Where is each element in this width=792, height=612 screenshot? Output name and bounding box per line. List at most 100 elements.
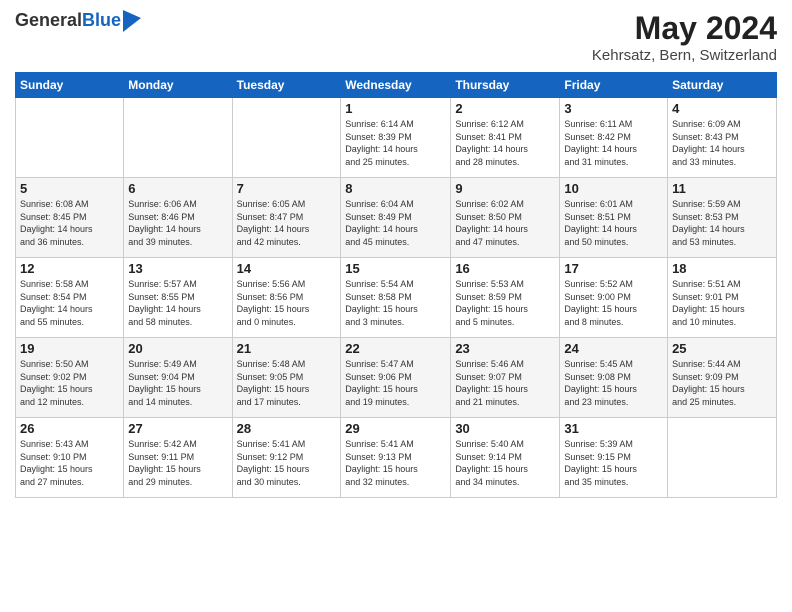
day-info: Sunrise: 5:58 AM Sunset: 8:54 PM Dayligh… <box>20 278 119 328</box>
table-row: 17 Sunrise: 5:52 AM Sunset: 9:00 PM Dayli… <box>560 258 668 338</box>
day-info: Sunrise: 5:41 AM Sunset: 9:13 PM Dayligh… <box>345 438 446 488</box>
logo-general: General <box>15 10 82 30</box>
day-number: 12 <box>20 261 119 276</box>
day-info: Sunrise: 5:50 AM Sunset: 9:02 PM Dayligh… <box>20 358 119 408</box>
table-row: 27 Sunrise: 5:42 AM Sunset: 9:11 PM Dayli… <box>124 418 232 498</box>
table-row: 25 Sunrise: 5:44 AM Sunset: 9:09 PM Dayli… <box>668 338 777 418</box>
calendar-header-row: Sunday Monday Tuesday Wednesday Thursday… <box>16 73 777 98</box>
day-number: 5 <box>20 181 119 196</box>
table-row: 26 Sunrise: 5:43 AM Sunset: 9:10 PM Dayli… <box>16 418 124 498</box>
day-info: Sunrise: 6:12 AM Sunset: 8:41 PM Dayligh… <box>455 118 555 168</box>
day-info: Sunrise: 5:46 AM Sunset: 9:07 PM Dayligh… <box>455 358 555 408</box>
day-info: Sunrise: 5:39 AM Sunset: 9:15 PM Dayligh… <box>564 438 663 488</box>
day-number: 15 <box>345 261 446 276</box>
header: GeneralBlue May 2024 Kehrsatz, Bern, Swi… <box>15 10 777 64</box>
calendar-week-row: 1Sunrise: 6:14 AM Sunset: 8:39 PM Daylig… <box>16 98 777 178</box>
day-number: 8 <box>345 181 446 196</box>
table-row: 19 Sunrise: 5:50 AM Sunset: 9:02 PM Dayli… <box>16 338 124 418</box>
day-number: 17 <box>564 261 663 276</box>
col-saturday: Saturday <box>668 73 777 98</box>
day-number: 13 <box>128 261 227 276</box>
title-block: May 2024 Kehrsatz, Bern, Switzerland <box>592 10 777 64</box>
day-info: Sunrise: 5:42 AM Sunset: 9:11 PM Dayligh… <box>128 438 227 488</box>
day-number: 10 <box>564 181 663 196</box>
day-info: Sunrise: 6:02 AM Sunset: 8:50 PM Dayligh… <box>455 198 555 248</box>
day-info: Sunrise: 6:11 AM Sunset: 8:42 PM Dayligh… <box>564 118 663 168</box>
logo-icon <box>123 10 141 32</box>
day-number: 9 <box>455 181 555 196</box>
day-number: 3 <box>564 101 663 116</box>
day-info: Sunrise: 5:43 AM Sunset: 9:10 PM Dayligh… <box>20 438 119 488</box>
day-number: 25 <box>672 341 772 356</box>
table-row: 2 Sunrise: 6:12 AM Sunset: 8:41 PM Daylig… <box>451 98 560 178</box>
table-row: 29Sunrise: 5:41 AM Sunset: 9:13 PM Dayli… <box>341 418 451 498</box>
day-number: 30 <box>455 421 555 436</box>
day-info: Sunrise: 5:57 AM Sunset: 8:55 PM Dayligh… <box>128 278 227 328</box>
day-info: Sunrise: 5:49 AM Sunset: 9:04 PM Dayligh… <box>128 358 227 408</box>
table-row: 23 Sunrise: 5:46 AM Sunset: 9:07 PM Dayli… <box>451 338 560 418</box>
table-row: 28 Sunrise: 5:41 AM Sunset: 9:12 PM Dayli… <box>232 418 341 498</box>
day-number: 2 <box>455 101 555 116</box>
day-info: Sunrise: 5:41 AM Sunset: 9:12 PM Dayligh… <box>237 438 337 488</box>
main-title: May 2024 <box>592 10 777 47</box>
table-row: 3 Sunrise: 6:11 AM Sunset: 8:42 PM Daylig… <box>560 98 668 178</box>
col-thursday: Thursday <box>451 73 560 98</box>
col-friday: Friday <box>560 73 668 98</box>
day-info: Sunrise: 5:52 AM Sunset: 9:00 PM Dayligh… <box>564 278 663 328</box>
table-row <box>668 418 777 498</box>
table-row: 16Sunrise: 5:53 AM Sunset: 8:59 PM Dayli… <box>451 258 560 338</box>
table-row <box>16 98 124 178</box>
day-info: Sunrise: 5:51 AM Sunset: 9:01 PM Dayligh… <box>672 278 772 328</box>
day-info: Sunrise: 5:48 AM Sunset: 9:05 PM Dayligh… <box>237 358 337 408</box>
logo: GeneralBlue <box>15 10 141 32</box>
table-row: 6 Sunrise: 6:06 AM Sunset: 8:46 PM Daylig… <box>124 178 232 258</box>
table-row: 15Sunrise: 5:54 AM Sunset: 8:58 PM Dayli… <box>341 258 451 338</box>
day-number: 18 <box>672 261 772 276</box>
day-info: Sunrise: 5:47 AM Sunset: 9:06 PM Dayligh… <box>345 358 446 408</box>
day-info: Sunrise: 6:14 AM Sunset: 8:39 PM Dayligh… <box>345 118 446 168</box>
table-row: 5 Sunrise: 6:08 AM Sunset: 8:45 PM Daylig… <box>16 178 124 258</box>
col-tuesday: Tuesday <box>232 73 341 98</box>
calendar-table: Sunday Monday Tuesday Wednesday Thursday… <box>15 72 777 498</box>
day-number: 20 <box>128 341 227 356</box>
table-row: 7 Sunrise: 6:05 AM Sunset: 8:47 PM Daylig… <box>232 178 341 258</box>
table-row: 9 Sunrise: 6:02 AM Sunset: 8:50 PM Daylig… <box>451 178 560 258</box>
table-row: 13 Sunrise: 5:57 AM Sunset: 8:55 PM Dayli… <box>124 258 232 338</box>
day-info: Sunrise: 5:44 AM Sunset: 9:09 PM Dayligh… <box>672 358 772 408</box>
table-row <box>232 98 341 178</box>
calendar-week-row: 26 Sunrise: 5:43 AM Sunset: 9:10 PM Dayli… <box>16 418 777 498</box>
day-info: Sunrise: 6:04 AM Sunset: 8:49 PM Dayligh… <box>345 198 446 248</box>
page: GeneralBlue May 2024 Kehrsatz, Bern, Swi… <box>0 0 792 612</box>
calendar-week-row: 19 Sunrise: 5:50 AM Sunset: 9:02 PM Dayli… <box>16 338 777 418</box>
table-row <box>124 98 232 178</box>
table-row: 14 Sunrise: 5:56 AM Sunset: 8:56 PM Dayli… <box>232 258 341 338</box>
day-number: 31 <box>564 421 663 436</box>
table-row: 18 Sunrise: 5:51 AM Sunset: 9:01 PM Dayli… <box>668 258 777 338</box>
day-number: 27 <box>128 421 227 436</box>
day-number: 14 <box>237 261 337 276</box>
day-number: 26 <box>20 421 119 436</box>
day-number: 28 <box>237 421 337 436</box>
table-row: 22 Sunrise: 5:47 AM Sunset: 9:06 PM Dayli… <box>341 338 451 418</box>
table-row: 10Sunrise: 6:01 AM Sunset: 8:51 PM Dayli… <box>560 178 668 258</box>
day-info: Sunrise: 5:59 AM Sunset: 8:53 PM Dayligh… <box>672 198 772 248</box>
day-number: 6 <box>128 181 227 196</box>
day-number: 22 <box>345 341 446 356</box>
table-row: 24 Sunrise: 5:45 AM Sunset: 9:08 PM Dayli… <box>560 338 668 418</box>
day-number: 24 <box>564 341 663 356</box>
day-number: 4 <box>672 101 772 116</box>
day-number: 23 <box>455 341 555 356</box>
day-info: Sunrise: 6:09 AM Sunset: 8:43 PM Dayligh… <box>672 118 772 168</box>
day-info: Sunrise: 6:06 AM Sunset: 8:46 PM Dayligh… <box>128 198 227 248</box>
table-row: 4 Sunrise: 6:09 AM Sunset: 8:43 PM Daylig… <box>668 98 777 178</box>
day-info: Sunrise: 5:45 AM Sunset: 9:08 PM Dayligh… <box>564 358 663 408</box>
table-row: 31 Sunrise: 5:39 AM Sunset: 9:15 PM Dayli… <box>560 418 668 498</box>
table-row: 1Sunrise: 6:14 AM Sunset: 8:39 PM Daylig… <box>341 98 451 178</box>
day-info: Sunrise: 6:08 AM Sunset: 8:45 PM Dayligh… <box>20 198 119 248</box>
day-number: 19 <box>20 341 119 356</box>
day-info: Sunrise: 5:53 AM Sunset: 8:59 PM Dayligh… <box>455 278 555 328</box>
day-info: Sunrise: 5:56 AM Sunset: 8:56 PM Dayligh… <box>237 278 337 328</box>
table-row: 21Sunrise: 5:48 AM Sunset: 9:05 PM Dayli… <box>232 338 341 418</box>
day-number: 7 <box>237 181 337 196</box>
day-info: Sunrise: 6:05 AM Sunset: 8:47 PM Dayligh… <box>237 198 337 248</box>
